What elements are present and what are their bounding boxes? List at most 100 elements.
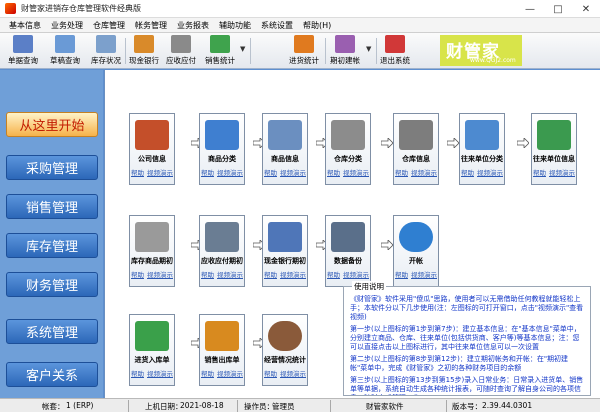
card-partner-info[interactable]: 往来单位信息 帮助 视频演示 <box>531 113 577 185</box>
toolbar-exit-button[interactable]: 退出系统 <box>380 35 410 67</box>
card-warehouse-category[interactable]: 仓库分类 帮助 视频演示 <box>325 113 371 185</box>
card-opening-receivable[interactable]: 应收应付期初 帮助 视频演示 <box>199 215 245 287</box>
menu-tools[interactable]: 辅助功能 <box>214 20 256 31</box>
card-links: 帮助 视频演示 <box>327 167 369 177</box>
toolbar-cash-bank-button[interactable]: 现金银行 <box>129 35 159 67</box>
video-link[interactable]: 视频演示 <box>147 370 173 378</box>
help-link[interactable]: 帮助 <box>264 370 277 378</box>
help-link[interactable]: 帮助 <box>327 271 340 279</box>
video-link[interactable]: 视频演示 <box>477 169 503 177</box>
card-company-info[interactable]: 公司信息 帮助 视频演示 <box>129 113 175 185</box>
sidebar-item-start[interactable]: 从这里开始 <box>6 112 98 137</box>
help-link[interactable]: 帮助 <box>461 169 474 177</box>
menu-settings[interactable]: 系统设置 <box>256 20 298 31</box>
toolbar-sales-stats-button[interactable]: 销售统计 <box>205 35 235 67</box>
help-link[interactable]: 帮助 <box>131 271 144 279</box>
card-links: 帮助 视频演示 <box>201 167 243 177</box>
video-link[interactable]: 视频演示 <box>147 271 173 279</box>
toolbar-stock-status-button[interactable]: 库存状况 <box>91 35 121 67</box>
menu-warehouse[interactable]: 仓库管理 <box>88 20 130 31</box>
main-panel: 公司信息 帮助 视频演示 商品分类 帮助 视频演示 商品信息 帮助 视频演示 仓库分类… <box>104 70 600 398</box>
video-link[interactable]: 视频演示 <box>549 169 575 177</box>
card-product-info[interactable]: 商品信息 帮助 视频演示 <box>262 113 308 185</box>
help-link[interactable]: 帮助 <box>131 169 144 177</box>
video-link[interactable]: 视频演示 <box>217 370 243 378</box>
window-controls: — □ ✕ <box>516 0 600 18</box>
card-warehouse-info[interactable]: 仓库信息 帮助 视频演示 <box>393 113 439 185</box>
chevron-down-icon[interactable]: ▼ <box>240 45 245 53</box>
card-partner-category[interactable]: 往来单位分类 帮助 视频演示 <box>459 113 505 185</box>
toolbar-opening-button[interactable]: 期初建帐 <box>330 35 360 67</box>
card-data-backup[interactable]: 数据备份 帮助 视频演示 <box>325 215 371 287</box>
help-link[interactable]: 帮助 <box>264 169 277 177</box>
toolbar-purchase-stats-button[interactable]: 进货统计 <box>289 35 319 67</box>
toolbar-separator <box>125 38 126 64</box>
menu-accounts[interactable]: 帐务管理 <box>130 20 172 31</box>
toolbar-doc-query-button[interactable]: 单据查询 <box>8 35 38 67</box>
help-link[interactable]: 帮助 <box>201 271 214 279</box>
card-sales-outbound[interactable]: 销售出库单 帮助 视频演示 <box>199 314 245 386</box>
menu-bar: 基本信息 业务处理 仓库管理 帐务管理 业务报表 辅助功能 系统设置 帮助(H) <box>0 18 600 33</box>
video-link[interactable]: 视频演示 <box>343 169 369 177</box>
video-link[interactable]: 视频演示 <box>217 169 243 177</box>
video-link[interactable]: 视频演示 <box>280 370 306 378</box>
card-opening-stock[interactable]: 库存商品期初 帮助 视频演示 <box>129 215 175 287</box>
card-product-category[interactable]: 商品分类 帮助 视频演示 <box>199 113 245 185</box>
sidebar-item-sales[interactable]: 销售管理 <box>6 194 98 219</box>
status-operator-value: 管理员 <box>272 402 295 411</box>
help-link[interactable]: 帮助 <box>533 169 546 177</box>
exit-icon <box>385 35 405 53</box>
menu-help[interactable]: 帮助(H) <box>298 20 336 31</box>
card-label: 商品信息 <box>271 155 299 163</box>
menu-business[interactable]: 业务处理 <box>46 20 88 31</box>
video-link[interactable]: 视频演示 <box>411 169 437 177</box>
toolbar-label: 期初建帐 <box>330 56 360 65</box>
draft-search-icon <box>55 35 75 53</box>
card-links: 帮助 视频演示 <box>264 368 306 378</box>
toolbar-draft-query-button[interactable]: 草稿查询 <box>50 35 80 67</box>
status-version-label: 版本号： <box>452 402 482 411</box>
sidebar-item-crm[interactable]: 客户关系 <box>6 362 98 387</box>
product-category-icon <box>205 120 239 150</box>
video-link[interactable]: 视频演示 <box>217 271 243 279</box>
sidebar-item-system[interactable]: 系统管理 <box>6 319 98 344</box>
sidebar-item-purchase[interactable]: 采购管理 <box>6 155 98 180</box>
card-open-account[interactable]: 开帐 帮助 视频演示 <box>393 215 439 287</box>
video-link[interactable]: 视频演示 <box>411 271 437 279</box>
sidebar-item-inventory[interactable]: 库存管理 <box>6 233 98 258</box>
video-link[interactable]: 视频演示 <box>280 169 306 177</box>
help-link[interactable]: 帮助 <box>395 271 408 279</box>
card-label: 开帐 <box>409 257 423 265</box>
menu-reports[interactable]: 业务报表 <box>172 20 214 31</box>
maximize-icon[interactable]: □ <box>544 0 572 18</box>
toolbar-receivable-button[interactable]: 应收应付 <box>166 35 196 67</box>
sidebar-item-finance[interactable]: 财务管理 <box>6 272 98 297</box>
card-purchase-inbound[interactable]: 进货入库单 帮助 视频演示 <box>129 314 175 386</box>
help-link[interactable]: 帮助 <box>201 370 214 378</box>
help-link[interactable]: 帮助 <box>131 370 144 378</box>
video-link[interactable]: 视频演示 <box>147 169 173 177</box>
card-links: 帮助 视频演示 <box>395 269 437 279</box>
status-divider <box>237 400 238 412</box>
toolbar-label: 单据查询 <box>8 56 38 65</box>
help-link[interactable]: 帮助 <box>201 169 214 177</box>
toolbar-separator <box>325 38 326 64</box>
video-link[interactable]: 视频演示 <box>280 271 306 279</box>
toolbar-label: 库存状况 <box>91 56 121 65</box>
usage-paragraph: 第二步(以上图标的第8步到第12步)：建立期初帐务和开帐：在"期初建帐"菜单中，… <box>350 355 569 372</box>
card-opening-cash[interactable]: 现金银行期初 帮助 视频演示 <box>262 215 308 287</box>
chevron-down-icon[interactable]: ▼ <box>366 45 371 53</box>
open-account-icon <box>399 222 433 252</box>
minimize-icon[interactable]: — <box>516 0 544 18</box>
video-link[interactable]: 视频演示 <box>343 271 369 279</box>
help-link[interactable]: 帮助 <box>327 169 340 177</box>
stock-status-icon <box>96 35 116 53</box>
help-link[interactable]: 帮助 <box>264 271 277 279</box>
close-icon[interactable]: ✕ <box>572 0 600 18</box>
menu-basic-info[interactable]: 基本信息 <box>4 20 46 31</box>
card-business-stats[interactable]: 经营情况统计 帮助 视频演示 <box>262 314 308 386</box>
status-date-value: 2021-08-18 <box>180 401 224 410</box>
receivable-payable-icon <box>171 35 191 53</box>
opening-account-icon <box>335 35 355 53</box>
help-link[interactable]: 帮助 <box>395 169 408 177</box>
